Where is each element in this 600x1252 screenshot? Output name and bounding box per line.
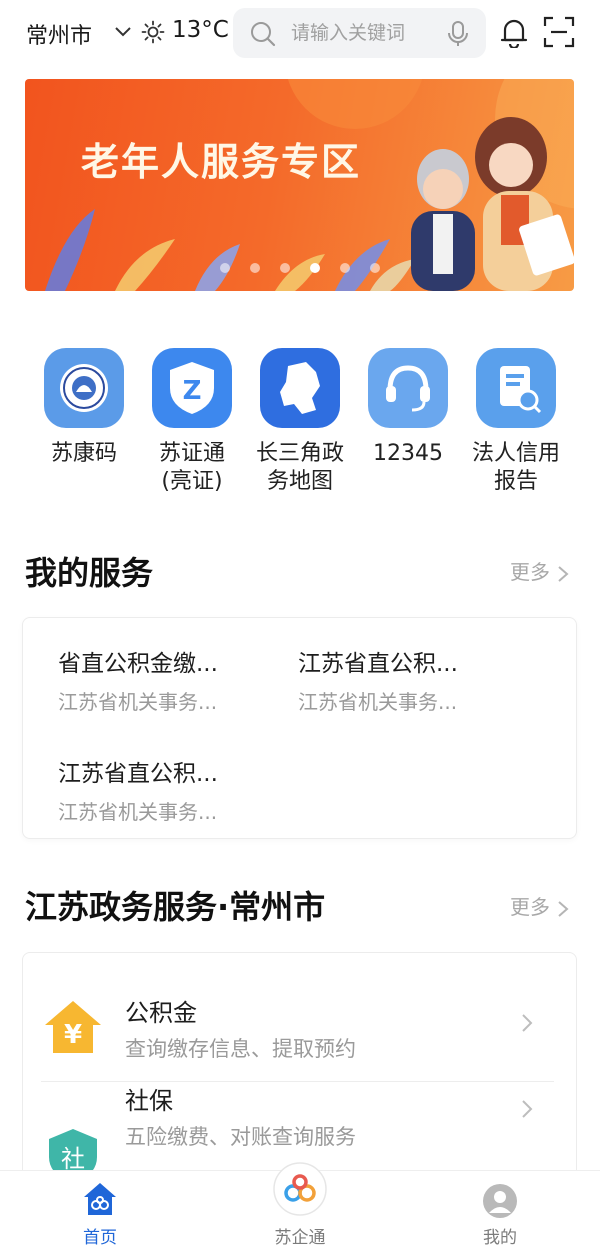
chevron-right-icon [522, 1100, 533, 1118]
list-item-title: 公积金 [125, 999, 197, 1027]
hotline-icon [368, 348, 448, 428]
chevron-right-icon [522, 1014, 533, 1032]
home-icon [84, 1183, 116, 1215]
banner-dot[interactable] [369, 263, 380, 273]
quick-service-sukang-code[interactable]: 苏康码 [30, 348, 138, 468]
banner-dot[interactable] [279, 263, 290, 273]
top-bar: 常州市 13°C [0, 0, 600, 64]
banner-dot[interactable] [219, 263, 230, 273]
profile-icon [483, 1184, 517, 1218]
chevron-down-icon[interactable] [112, 20, 134, 42]
credit-report-icon [476, 348, 556, 428]
housing-fund-icon: ¥ [45, 1001, 101, 1053]
nav-label: 首页 [83, 1228, 117, 1248]
quick-service-label: 苏康码 [50, 441, 117, 466]
banner-dot[interactable] [249, 263, 260, 273]
more-label: 更多 [510, 895, 550, 919]
quick-service-label: 12345 [373, 441, 443, 466]
service-item[interactable]: 江苏省直公积... 江苏省机关事务... [58, 754, 278, 825]
jiangsu-services-title: 江苏政务服务·常州市 [25, 888, 326, 926]
banner-pagination[interactable] [25, 258, 574, 277]
nav-suqitong[interactable]: 苏企通 [240, 1162, 360, 1252]
nav-profile[interactable]: 我的 [440, 1171, 560, 1252]
microphone-icon[interactable] [445, 20, 471, 48]
list-item-subtitle: 五险缴费、对账查询服务 [125, 1125, 356, 1149]
banner-dot[interactable] [309, 263, 320, 273]
chevron-right-icon [558, 565, 569, 582]
quick-services: 苏康码 Z 苏证通 (亮证) 长三角政 务地图 12345 法人信用 报告 [30, 348, 570, 508]
list-item-housing-fund[interactable]: ¥ 公积金 查询缴存信息、提取预约 [23, 953, 576, 1082]
banner-dot[interactable] [339, 263, 350, 273]
more-label: 更多 [510, 560, 550, 584]
sukang-code-icon [44, 348, 124, 428]
svg-text:社: 社 [61, 1145, 85, 1173]
banner-carousel[interactable]: 老年人服务专区 [25, 79, 574, 291]
quick-service-label: 苏证通 (亮证) [158, 441, 225, 494]
service-item[interactable]: 江苏省直公积... 江苏省机关事务... [298, 644, 518, 715]
chevron-right-icon [558, 900, 569, 917]
service-name: 江苏省直公积... [58, 761, 218, 787]
service-provider: 江苏省机关事务... [58, 690, 218, 714]
search-icon [251, 22, 276, 47]
list-item-title: 社保 [125, 1087, 173, 1115]
svg-text:¥: ¥ [64, 1020, 82, 1050]
quick-service-hotline[interactable]: 12345 [354, 348, 462, 468]
quick-service-credit-report[interactable]: 法人信用 报告 [462, 348, 570, 496]
quick-service-yangtze-map[interactable]: 长三角政 务地图 [246, 348, 354, 496]
scan-icon[interactable] [543, 16, 575, 48]
jiangsu-services-more-link[interactable]: 更多 [510, 891, 570, 920]
nav-label: 苏企通 [274, 1228, 326, 1248]
nav-home[interactable]: 首页 [40, 1171, 160, 1252]
service-provider: 江苏省机关事务... [58, 800, 218, 824]
suqitong-icon [273, 1162, 327, 1216]
service-name: 江苏省直公积... [298, 651, 458, 677]
bottom-navigation: 首页 苏企通 我的 [0, 1162, 600, 1252]
nav-label: 我的 [483, 1228, 517, 1248]
suzhengtong-icon: Z [152, 348, 232, 428]
quick-service-label: 长三角政 务地图 [255, 441, 344, 494]
temperature: 13°C [172, 17, 229, 43]
search-bar[interactable] [233, 8, 486, 58]
svg-text:Z: Z [183, 376, 202, 406]
my-services-title: 我的服务 [25, 554, 154, 592]
quick-service-label: 法人信用 报告 [471, 441, 560, 494]
list-item-subtitle: 查询缴存信息、提取预约 [125, 1037, 356, 1061]
service-provider: 江苏省机关事务... [298, 690, 458, 714]
quick-service-suzhengtong[interactable]: Z 苏证通 (亮证) [138, 348, 246, 496]
banner-title: 老年人服务专区 [81, 140, 362, 184]
my-services-more-link[interactable]: 更多 [510, 556, 570, 585]
my-services-card: 省直公积金缴... 江苏省机关事务... 江苏省直公积... 江苏省机关事务..… [22, 617, 577, 839]
service-name: 省直公积金缴... [58, 651, 218, 677]
jiangsu-services-list: ¥ 公积金 查询缴存信息、提取预约 社 社保 五险缴费、对账查询服务 [22, 952, 577, 1182]
bell-icon[interactable] [499, 16, 529, 48]
search-input[interactable] [291, 8, 441, 58]
service-item[interactable]: 省直公积金缴... 江苏省机关事务... [58, 644, 278, 715]
sun-icon [141, 20, 165, 44]
yangtze-map-icon [260, 348, 340, 428]
city-selector[interactable]: 常州市 [26, 18, 92, 50]
